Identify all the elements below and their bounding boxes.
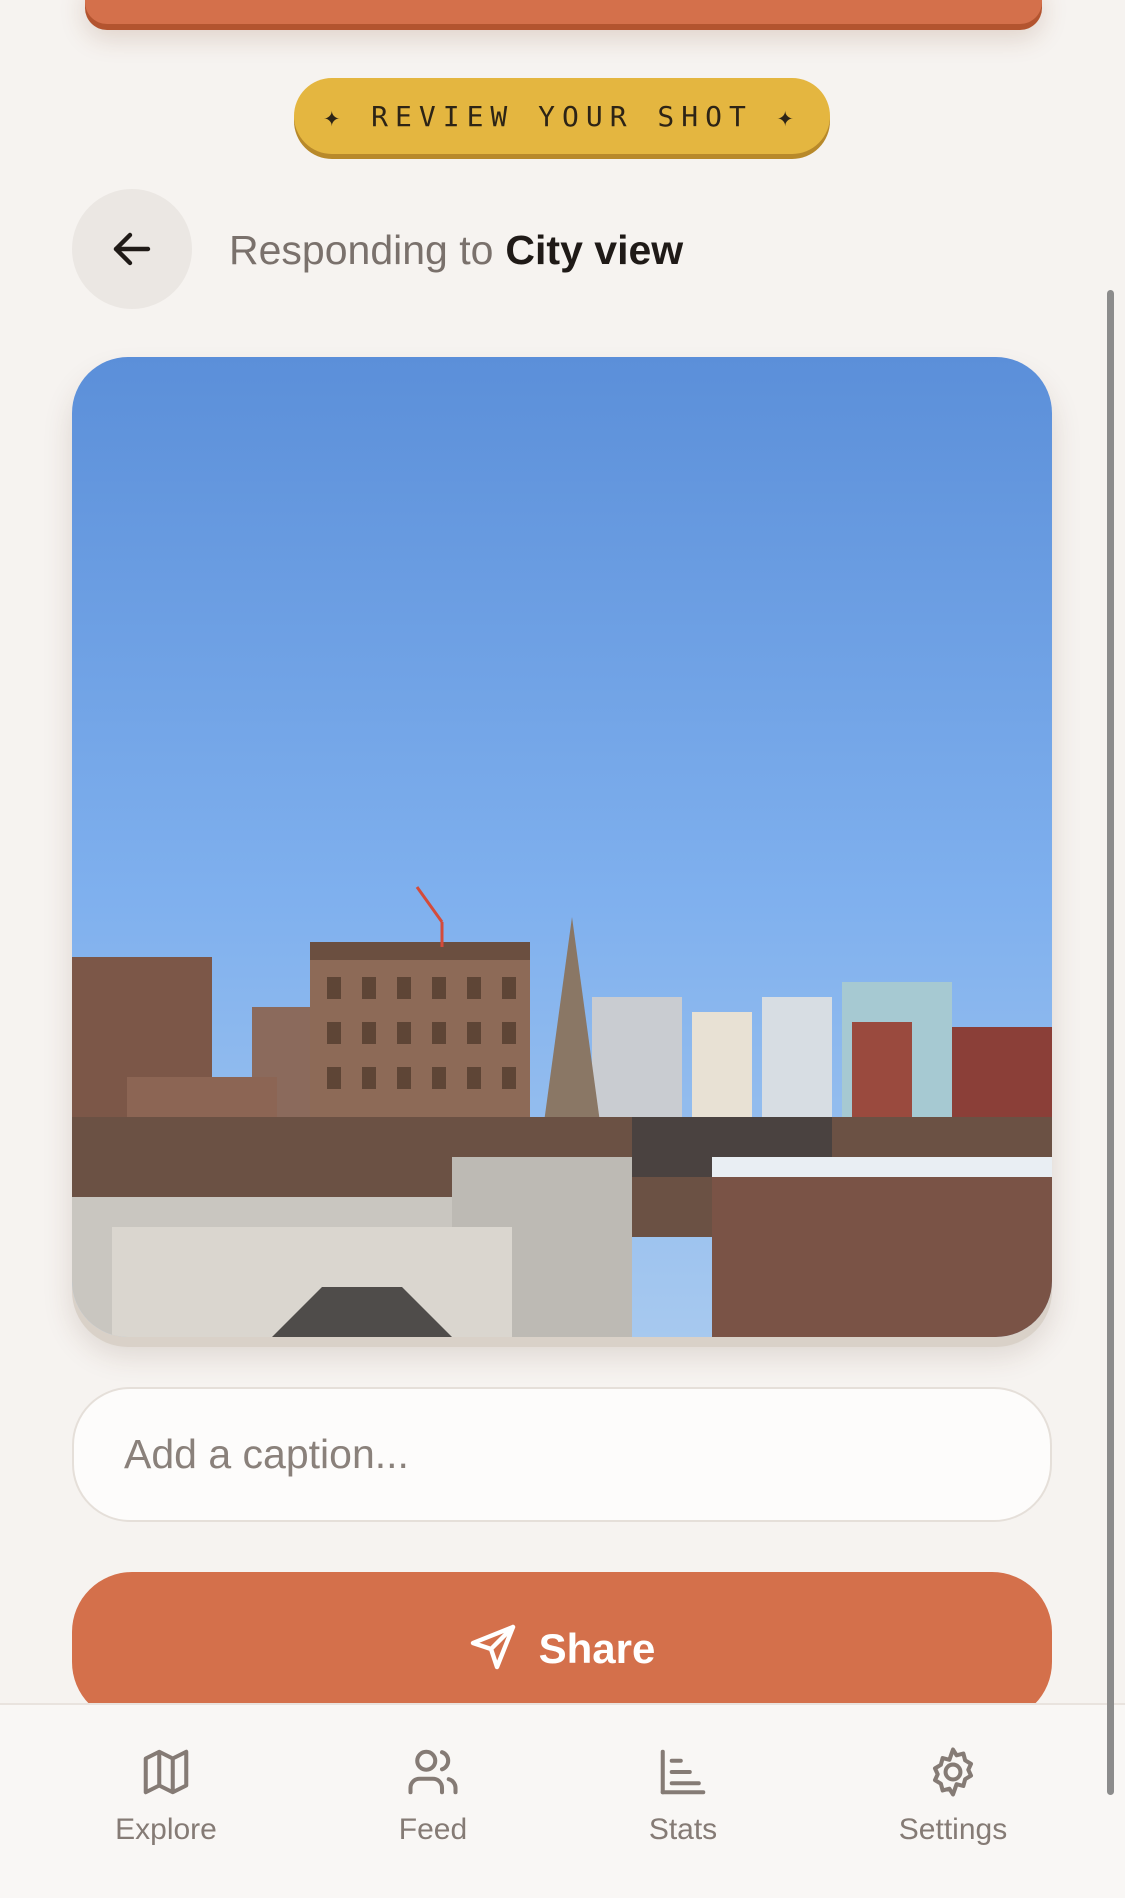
top-header-bar: [85, 0, 1042, 24]
photo-preview: [72, 357, 1052, 1337]
share-button-label: Share: [538, 1625, 656, 1672]
tab-settings-label: Settings: [898, 1813, 1008, 1846]
gear-icon: [932, 1747, 974, 1797]
tab-stats-label: Stats: [648, 1813, 718, 1846]
tab-stats[interactable]: Stats: [583, 1745, 783, 1847]
tab-feed-label: Feed: [398, 1813, 468, 1846]
arrow-left-icon: [113, 232, 151, 266]
back-button[interactable]: [72, 189, 192, 309]
tab-settings[interactable]: Settings: [853, 1745, 1053, 1847]
tab-explore[interactable]: Explore: [66, 1745, 266, 1847]
review-banner-label: ✦ REVIEW YOUR SHOT ✦: [323, 99, 801, 133]
responding-target: City view: [505, 226, 684, 273]
tab-explore-label: Explore: [115, 1813, 217, 1846]
bottom-tab-bar: Explore Feed Stats Settings: [0, 1703, 1125, 1898]
bar-chart-icon: [660, 1749, 706, 1795]
city-skyline-photo: [72, 357, 1052, 1337]
caption-input[interactable]: [72, 1387, 1052, 1522]
scrollbar[interactable]: [1107, 290, 1114, 1795]
send-icon: [470, 1624, 515, 1670]
share-button[interactable]: Share: [72, 1572, 1052, 1722]
review-banner: ✦ REVIEW YOUR SHOT ✦: [294, 78, 830, 154]
responding-to-label: Responding to City view: [229, 222, 683, 278]
tab-feed[interactable]: Feed: [333, 1745, 533, 1847]
map-icon: [143, 1749, 189, 1795]
responding-prefix: Responding to: [229, 226, 494, 273]
users-icon: [408, 1749, 458, 1795]
